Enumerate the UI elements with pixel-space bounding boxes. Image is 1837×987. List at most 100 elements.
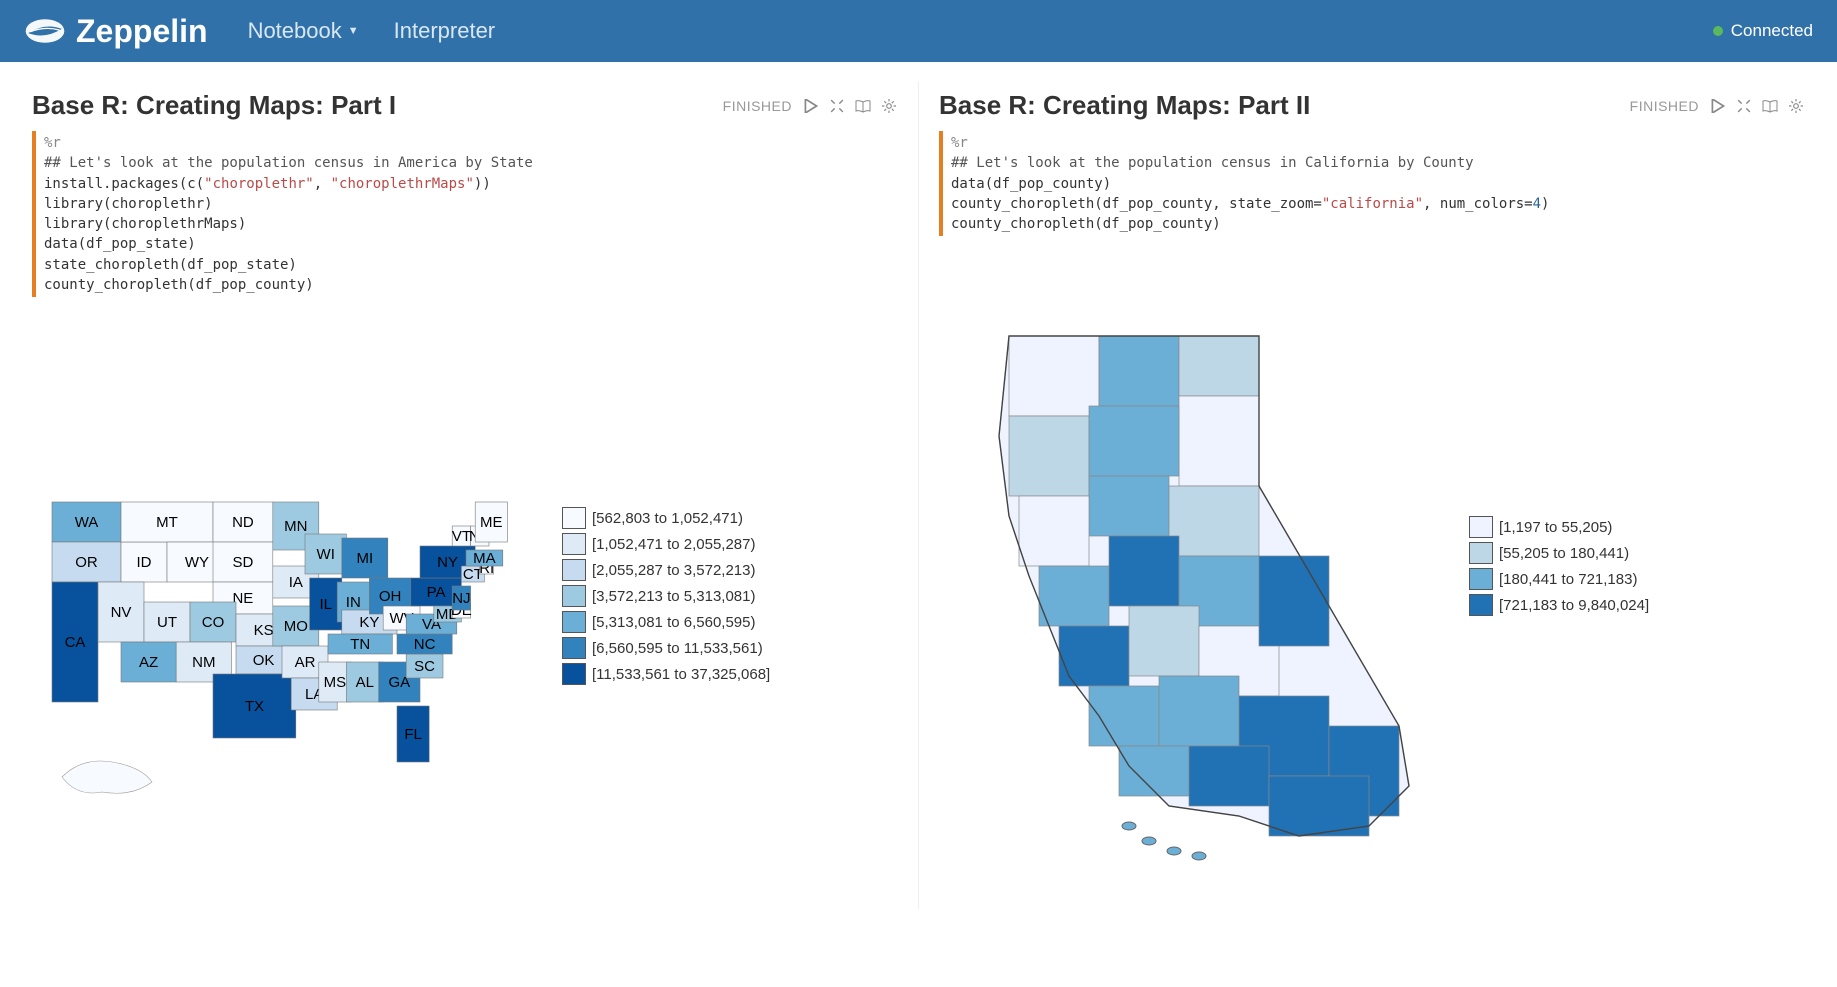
ca-county-3 — [1179, 396, 1259, 486]
paragraph-title[interactable]: Base R: Creating Maps: Part II — [939, 90, 1630, 121]
legend-label: [2,055,287 to 3,572,213) — [592, 562, 755, 579]
state-label-SD: SD — [232, 554, 253, 571]
brand[interactable]: Zeppelin — [24, 10, 208, 52]
ca-county-8 — [1019, 496, 1089, 566]
state-label-OK: OK — [253, 652, 275, 669]
legend-item: [11,533,561 to 37,325,068] — [562, 663, 770, 685]
state-label-UT: UT — [157, 614, 177, 631]
legend-item: [180,441 to 721,183) — [1469, 568, 1649, 590]
state-label-ME: ME — [480, 514, 503, 531]
paragraph-1: Base R: Creating Maps: Part I FINISHED %… — [12, 82, 919, 909]
state-label-OR: OR — [75, 554, 98, 571]
paragraph-status: FINISHED — [1630, 98, 1699, 114]
legend-swatch — [1469, 568, 1493, 590]
state-label-AR: AR — [295, 654, 316, 671]
ca-county-10 — [1109, 536, 1179, 606]
state-label-FL: FL — [404, 726, 422, 743]
legend-label: [562,803 to 1,052,471) — [592, 510, 743, 527]
legend-item: [721,183 to 9,840,024] — [1469, 594, 1649, 616]
state-label-PA: PA — [427, 584, 446, 601]
ca-county-22 — [1269, 776, 1369, 836]
collapse-icon[interactable] — [828, 97, 846, 115]
legend-item: [5,313,081 to 6,560,595) — [562, 611, 770, 633]
state-label-ID: ID — [137, 554, 152, 571]
nav-interpreter[interactable]: Interpreter — [394, 18, 496, 44]
ca-choropleth-map — [939, 316, 1439, 896]
state-label-IA: IA — [289, 574, 303, 591]
ca-county-9 — [1039, 566, 1109, 626]
legend-item: [55,205 to 180,441) — [1469, 542, 1649, 564]
book-icon[interactable] — [854, 97, 872, 115]
state-label-IN: IN — [346, 594, 361, 611]
ca-county-20 — [1119, 746, 1189, 796]
legend-label: [180,441 to 721,183) — [1499, 571, 1637, 588]
paragraph-2: Base R: Creating Maps: Part II FINISHED … — [919, 82, 1825, 909]
state-label-WA: WA — [75, 514, 99, 531]
chevron-down-icon: ▼ — [348, 25, 359, 37]
state-label-OH: OH — [379, 588, 402, 605]
run-icon[interactable] — [802, 97, 820, 115]
state-label-MA: MA — [473, 550, 496, 567]
state-label-MT: MT — [156, 514, 178, 531]
legend-swatch — [562, 585, 586, 607]
legend-swatch — [562, 663, 586, 685]
legend-label: [3,572,213 to 5,313,081) — [592, 588, 755, 605]
gear-icon[interactable] — [1787, 97, 1805, 115]
code-editor[interactable]: %r ## Let's look at the population censu… — [939, 131, 1805, 236]
ca-county-17 — [1159, 676, 1239, 746]
us-map-legend: [562,803 to 1,052,471) [1,052,471 to 2,05… — [562, 507, 770, 685]
run-icon[interactable] — [1709, 97, 1727, 115]
ca-county-15 — [1259, 556, 1329, 646]
state-label-AL: AL — [356, 674, 374, 691]
state-label-NY: NY — [437, 554, 458, 571]
brand-text: Zeppelin — [76, 13, 208, 50]
state-label-CO: CO — [202, 614, 225, 631]
state-label-MI: MI — [356, 550, 373, 567]
ca-island-1 — [1142, 837, 1156, 845]
legend-item: [6,560,595 to 11,533,561) — [562, 637, 770, 659]
state-label-KY: KY — [359, 614, 379, 631]
nav-notebook-label: Notebook — [248, 18, 342, 44]
nav-interpreter-label: Interpreter — [394, 18, 496, 44]
legend-label: [11,533,561 to 37,325,068] — [592, 666, 770, 683]
legend-label: [55,205 to 180,441) — [1499, 545, 1629, 562]
state-label-NC: NC — [414, 636, 436, 653]
legend-swatch — [562, 533, 586, 555]
legend-swatch — [562, 637, 586, 659]
ca-island-0 — [1122, 822, 1136, 830]
state-label-MN: MN — [284, 518, 307, 535]
us-map-output: WAORCAIDNVMTWYUTAZNDSDNECONMKSOKTXMNIAMO… — [32, 477, 898, 822]
legend-item: [562,803 to 1,052,471) — [562, 507, 770, 529]
state-label-KS: KS — [254, 622, 274, 639]
navbar: Zeppelin Notebook ▼ Interpreter Connecte… — [0, 0, 1837, 62]
legend-item: [1,197 to 55,205) — [1469, 516, 1649, 538]
gear-icon[interactable] — [880, 97, 898, 115]
code-editor[interactable]: %r ## Let's look at the population censu… — [32, 131, 898, 297]
state-label-NM: NM — [192, 654, 215, 671]
legend-item: [1,052,471 to 2,055,287) — [562, 533, 770, 555]
legend-swatch — [562, 611, 586, 633]
state-label-TN: TN — [350, 636, 370, 653]
ca-county-0 — [1009, 336, 1099, 416]
legend-swatch — [562, 507, 586, 529]
collapse-icon[interactable] — [1735, 97, 1753, 115]
nav-notebook[interactable]: Notebook ▼ — [248, 18, 359, 44]
legend-swatch — [1469, 542, 1493, 564]
legend-swatch — [1469, 594, 1493, 616]
ca-county-13 — [1129, 606, 1199, 676]
zeppelin-logo-icon — [24, 10, 66, 52]
state-label-TX: TX — [245, 698, 264, 715]
paragraph-title[interactable]: Base R: Creating Maps: Part I — [32, 90, 723, 121]
ca-county-1 — [1099, 336, 1179, 406]
legend-label: [1,197 to 55,205) — [1499, 519, 1612, 536]
connected-dot-icon — [1713, 26, 1723, 36]
state-label-AZ: AZ — [139, 654, 158, 671]
legend-swatch — [562, 559, 586, 581]
book-icon[interactable] — [1761, 97, 1779, 115]
connected-label: Connected — [1731, 21, 1813, 41]
state-label-IL: IL — [319, 596, 332, 613]
legend-label: [721,183 to 9,840,024] — [1499, 597, 1649, 614]
legend-label: [6,560,595 to 11,533,561) — [592, 640, 763, 657]
legend-item: [3,572,213 to 5,313,081) — [562, 585, 770, 607]
ca-county-5 — [1089, 406, 1179, 476]
